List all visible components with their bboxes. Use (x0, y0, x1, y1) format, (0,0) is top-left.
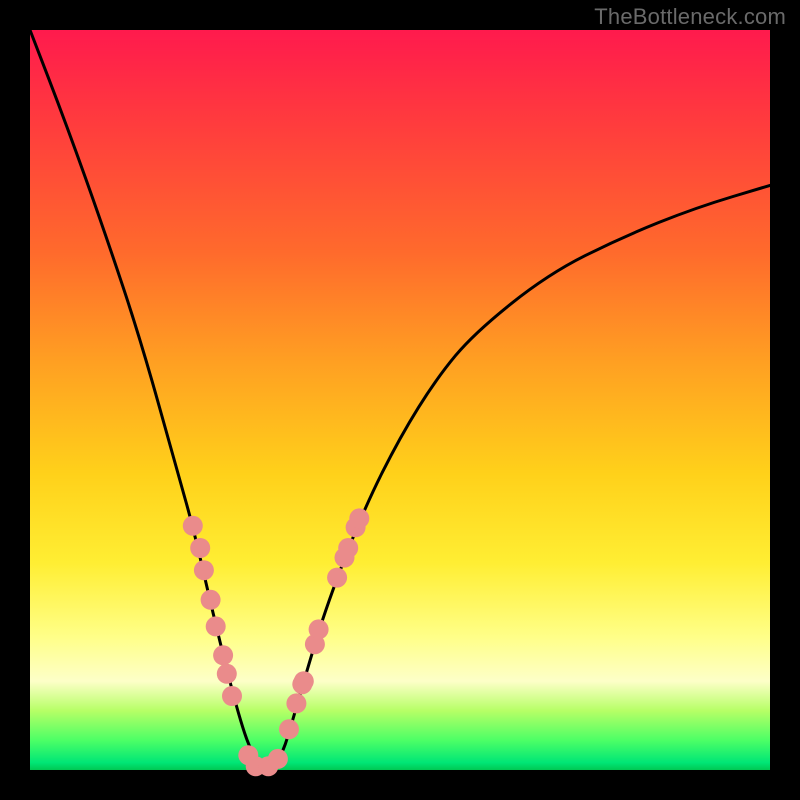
plot-area (30, 30, 770, 770)
chart-stage: TheBottleneck.com (0, 0, 800, 800)
data-marker (206, 616, 226, 636)
chart-overlay (30, 30, 770, 770)
data-marker (286, 693, 306, 713)
data-marker (349, 508, 369, 528)
data-markers (183, 508, 369, 776)
data-marker (201, 590, 221, 610)
data-marker (217, 664, 237, 684)
data-marker (268, 749, 288, 769)
data-marker (213, 645, 233, 665)
data-marker (294, 671, 314, 691)
data-marker (222, 686, 242, 706)
bottleneck-curve (30, 30, 770, 766)
data-marker (309, 619, 329, 639)
data-marker (327, 568, 347, 588)
attribution-watermark: TheBottleneck.com (594, 4, 786, 30)
data-marker (279, 719, 299, 739)
data-marker (338, 538, 358, 558)
data-marker (190, 538, 210, 558)
data-marker (183, 516, 203, 536)
data-marker (194, 560, 214, 580)
